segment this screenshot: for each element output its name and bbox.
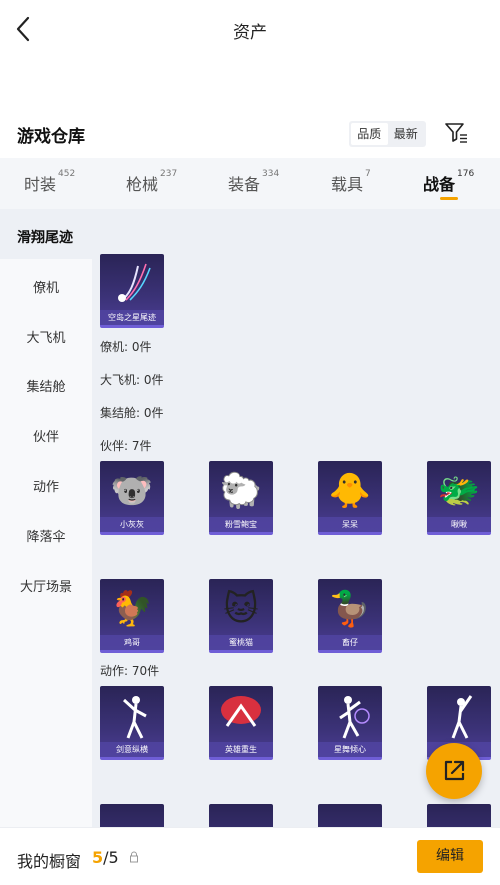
category-sidebar: 僚机 大飞机 集结舱 伙伴 动作 降落伞 大厅场景 [0, 259, 92, 885]
glide-trail-card[interactable]: 空岛之星尾迹 [100, 254, 164, 328]
emote-card[interactable]: 英雄重生 [209, 686, 273, 760]
companion-card[interactable]: 🐓 鸡哥 [100, 579, 164, 653]
item-caption: 剑意纵横 [100, 742, 164, 757]
sidebar-item-companion[interactable]: 伙伴 [0, 426, 92, 445]
companion-card[interactable]: 🐨 小灰灰 [100, 461, 164, 535]
tab-vehicles[interactable]: 载具7 [331, 169, 371, 195]
dancer-icon [122, 696, 147, 739]
item-caption: 星舞倾心 [318, 742, 382, 757]
emote-card[interactable]: 剑意纵横 [100, 686, 164, 760]
cat-icon: 🐱 [223, 589, 259, 629]
sidebar-item-big-plane[interactable]: 大飞机 [0, 327, 92, 346]
item-caption: 呆呆 [318, 517, 382, 532]
sidebar-item-emote[interactable]: 动作 [0, 476, 92, 495]
emote-count: 动作: 70件 [100, 664, 160, 678]
lock-icon [130, 851, 138, 863]
sort-latest-option[interactable]: 最新 [388, 123, 425, 145]
showcase-count: 5/5 [92, 848, 119, 867]
warehouse-title: 游戏仓库 [17, 127, 85, 147]
companion-card[interactable]: 🐲 啾啾 [427, 461, 491, 535]
sidebar-item-wingman[interactable]: 僚机 [0, 277, 92, 296]
item-caption: 畜仔 [318, 635, 382, 650]
content-area: 滑翔尾迹 僚机 大飞机 集结舱 伙伴 动作 降落伞 大厅场景 空岛之星尾迹 僚机… [0, 209, 500, 885]
item-caption: 鸡哥 [100, 635, 164, 650]
tab-guns[interactable]: 枪械237 [126, 169, 177, 195]
sheep-icon: 🐑 [219, 471, 263, 511]
sidebar-item-parachute[interactable]: 降落伞 [0, 526, 92, 545]
big-plane-count: 大飞机: 0件 [100, 373, 164, 387]
glide-trail-thumbnail [118, 263, 151, 302]
koala-icon: 🐨 [110, 471, 154, 511]
companion-card[interactable]: 🐱 蜜桃猫 [209, 579, 273, 653]
top-bar: 资产 [0, 0, 500, 60]
tab-fashion[interactable]: 时装452 [24, 169, 75, 195]
warehouse-header: 游戏仓库 品质 最新 [0, 112, 500, 158]
share-button[interactable] [426, 743, 482, 799]
pod-count: 集结舱: 0件 [100, 406, 164, 420]
item-caption: 英雄重生 [209, 742, 273, 757]
tab-equipment[interactable]: 装备334 [228, 169, 279, 195]
active-tab-indicator [440, 197, 458, 200]
sidebar-item-lobby-scene[interactable]: 大厅场景 [0, 576, 92, 595]
sidebar-item-pod[interactable]: 集结舱 [0, 376, 92, 395]
dancer-icon [339, 696, 370, 739]
companion-card[interactable]: 🐑 粉雪鲍宝 [209, 461, 273, 535]
rooster-icon: 🐓 [110, 589, 154, 629]
sort-quality-option[interactable]: 品质 [351, 123, 388, 145]
showcase-label: 我的橱窗 [17, 852, 82, 871]
companion-card[interactable]: 🐥 呆呆 [318, 461, 382, 535]
emote-card[interactable]: 星舞倾心 [318, 686, 382, 760]
companion-card[interactable]: 🦆 畜仔 [318, 579, 382, 653]
category-tabs: 时装452 枪械237 装备334 载具7 战备176 [0, 158, 500, 209]
item-caption: 蜜桃猫 [209, 635, 273, 650]
section-title: 滑翔尾迹 [17, 230, 73, 246]
dancer-icon [451, 695, 473, 739]
tab-war-prep[interactable]: 战备176 [423, 169, 474, 195]
bottom-bar: 我的橱窗 5/5 编辑 [0, 827, 500, 885]
sort-toggle[interactable]: 品质 最新 [349, 121, 426, 147]
filter-icon[interactable] [443, 120, 469, 146]
item-caption: 粉雪鲍宝 [209, 517, 273, 532]
companion-count: 伙伴: 7件 [100, 439, 152, 453]
item-caption: 啾啾 [427, 517, 491, 532]
share-external-icon [444, 760, 465, 781]
edit-button[interactable]: 编辑 [417, 840, 483, 873]
chick-icon: 🐥 [328, 471, 372, 511]
hero-emblem-icon [221, 696, 261, 727]
item-caption: 小灰灰 [100, 517, 164, 532]
dragon-icon: 🐲 [437, 471, 481, 511]
duck-icon: 🦆 [328, 589, 372, 629]
page-title: 资产 [233, 23, 267, 43]
wingman-count: 僚机: 0件 [100, 340, 152, 354]
item-caption: 空岛之星尾迹 [100, 310, 164, 325]
